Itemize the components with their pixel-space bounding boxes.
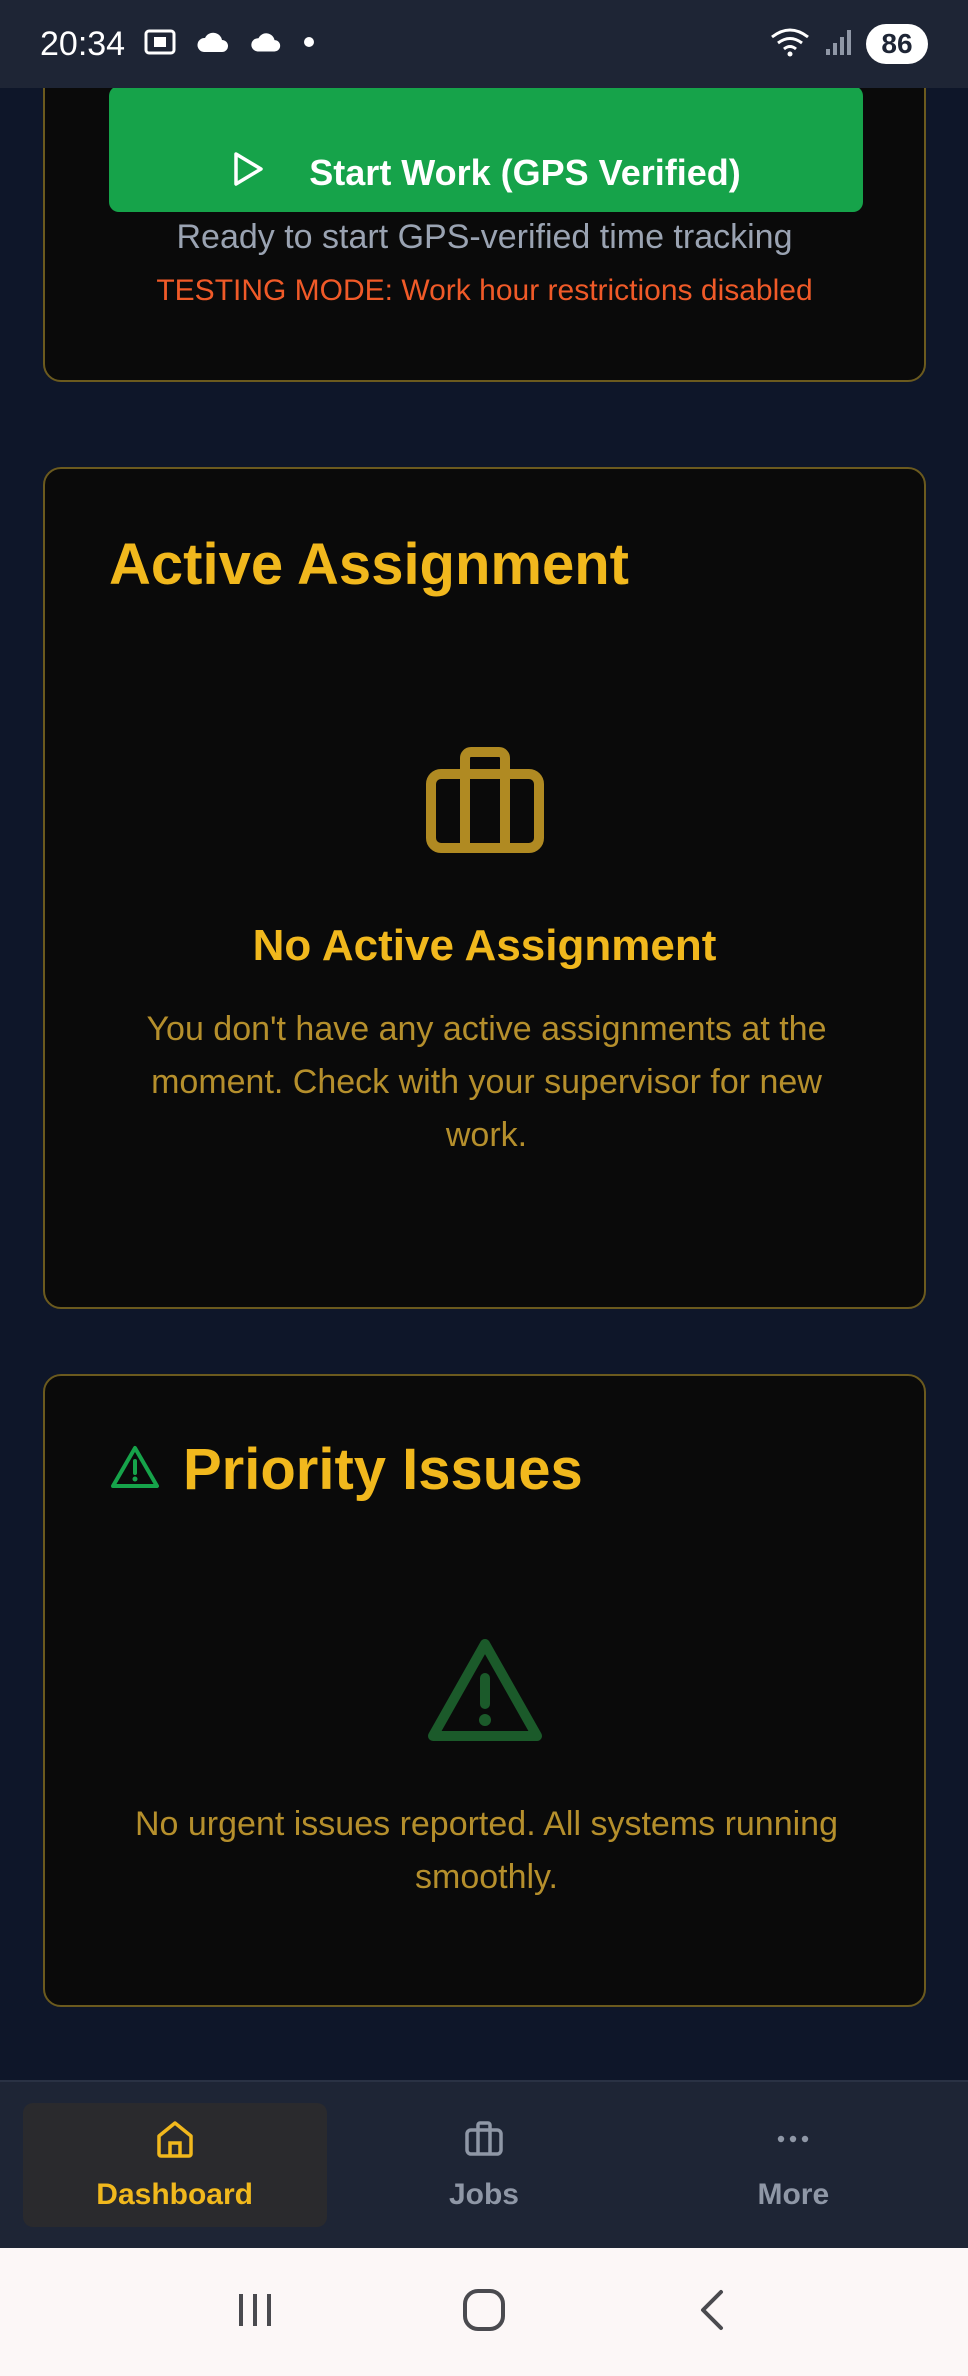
signal-icon (824, 27, 852, 62)
priority-issues-title: Priority Issues (183, 1437, 583, 1502)
back-chevron-icon (691, 2288, 735, 2337)
system-navigation-bar (0, 2248, 968, 2376)
status-left: 20:34 (40, 25, 317, 64)
play-icon (231, 150, 265, 197)
warning-icon (425, 1636, 545, 1749)
nav-dashboard-label: Dashboard (96, 2178, 253, 2211)
cloud-icon (195, 30, 231, 59)
nav-more[interactable]: More (641, 2103, 945, 2227)
briefcase-icon (463, 2118, 505, 2168)
time-tracking-card: Start Work (GPS Verified) Ready to start… (43, 40, 926, 382)
more-icon (772, 2118, 814, 2168)
priority-issues-card: Priority Issues No urgent issues reporte… (43, 1374, 926, 2007)
wifi-icon (770, 27, 810, 62)
briefcase-icon (425, 746, 545, 861)
back-button[interactable] (673, 2272, 753, 2352)
dot-icon (301, 34, 317, 55)
start-work-button[interactable]: Start Work (GPS Verified) (109, 86, 863, 212)
active-assignment-title: Active Assignment (109, 532, 629, 597)
status-time: 20:34 (40, 24, 126, 63)
nav-jobs[interactable]: Jobs (332, 2103, 636, 2227)
warning-icon (109, 1443, 161, 1496)
nav-jobs-label: Jobs (448, 2178, 519, 2211)
battery-indicator: 86 (866, 24, 928, 64)
screenshot-icon (143, 27, 177, 62)
recent-apps-button[interactable] (215, 2272, 295, 2352)
home-icon (154, 2118, 196, 2168)
nav-more-label: More (757, 2178, 830, 2211)
priority-issues-header: Priority Issues (109, 1436, 583, 1503)
start-work-label: Start Work (GPS Verified) (309, 152, 741, 193)
no-assignment-message: You don't have any active assignments at… (146, 1010, 827, 1154)
active-assignment-card: Active Assignment No Active Assignment Y… (43, 467, 926, 1309)
testing-mode-text: TESTING MODE: Work hour restrictions dis… (156, 274, 813, 307)
status-bar: 20:34 86 (0, 0, 968, 88)
home-circle-icon (461, 2287, 507, 2338)
ready-status-text: Ready to start GPS-verified time trackin… (176, 218, 793, 256)
no-issues-message: No urgent issues reported. All systems r… (134, 1805, 838, 1896)
home-button[interactable] (444, 2272, 524, 2352)
recents-icon (233, 2288, 277, 2337)
cloud-icon (249, 30, 283, 59)
status-right: 86 (770, 24, 928, 64)
nav-dashboard[interactable]: Dashboard (22, 2103, 327, 2227)
bottom-navigation: Dashboard Jobs More (0, 2080, 968, 2248)
no-active-assignment-heading: No Active Assignment (252, 921, 717, 970)
